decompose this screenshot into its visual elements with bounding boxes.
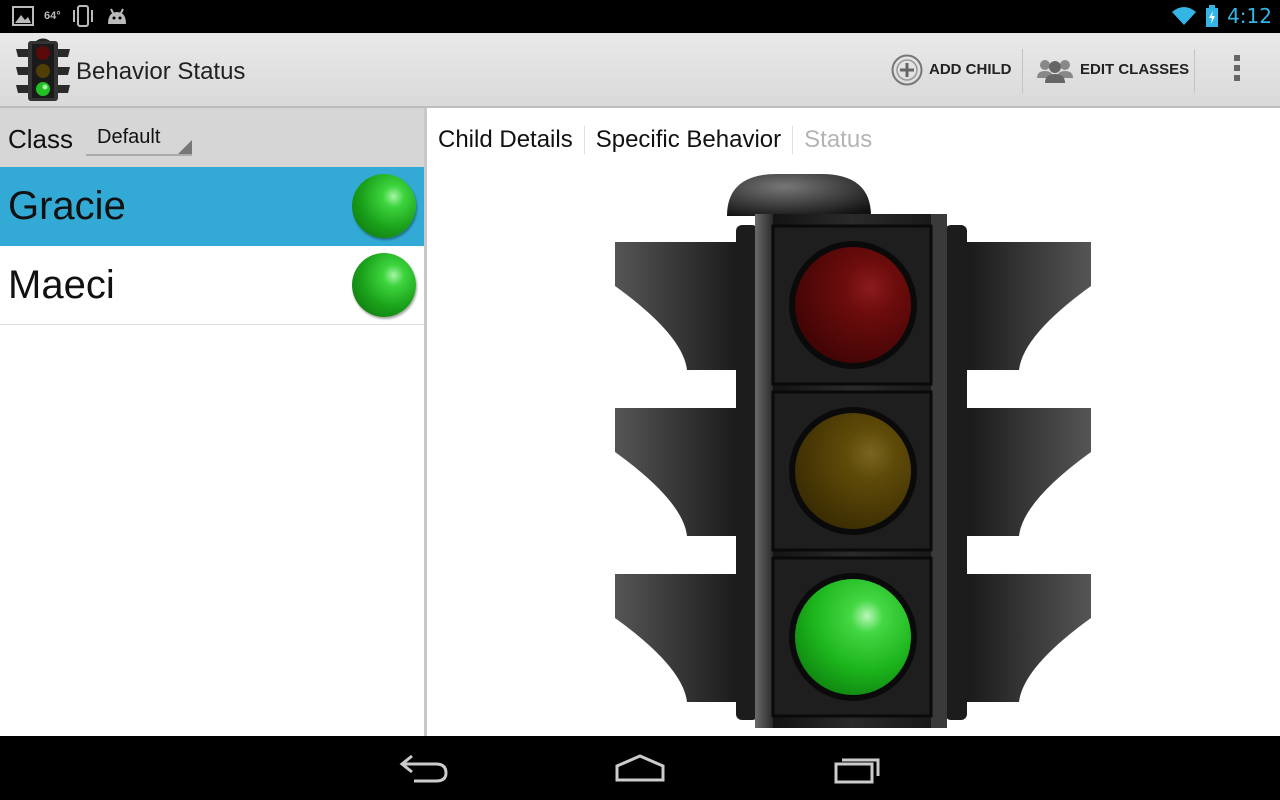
class-spinner[interactable]: Default xyxy=(86,120,192,156)
overflow-dot xyxy=(1234,65,1240,71)
navigation-bar xyxy=(0,736,1280,800)
child-name: Gracie xyxy=(8,184,126,228)
detail-pane: Child Details Specific Behavior Status xyxy=(427,108,1280,736)
group-people-icon xyxy=(1037,59,1073,83)
add-circle-icon xyxy=(891,54,923,85)
green-light-cell xyxy=(771,556,933,718)
yellow-light-cell xyxy=(771,390,933,552)
tab-specific-behavior[interactable]: Specific Behavior xyxy=(585,125,792,155)
yellow-light xyxy=(795,413,911,529)
traffic-light-app-icon[interactable] xyxy=(14,37,72,103)
red-light-cell xyxy=(771,224,933,386)
app-title: Behavior Status xyxy=(76,58,246,85)
android-debug-icon xyxy=(107,8,126,24)
add-child-button[interactable]: ADD CHILD xyxy=(891,33,1012,106)
overflow-menu-button[interactable] xyxy=(1230,55,1244,87)
child-name: Maeci xyxy=(8,263,115,307)
children-list-pane: Class Default Gracie Maeci xyxy=(0,108,424,736)
light-hood-top xyxy=(727,174,871,216)
overflow-dot xyxy=(1234,75,1240,81)
action-bar: Behavior Status ADD CHILD EDIT CLASSES xyxy=(0,33,1280,108)
tab-child-details[interactable]: Child Details xyxy=(427,125,584,155)
overflow-dot xyxy=(1234,55,1240,61)
back-icon[interactable] xyxy=(394,750,454,786)
battery-charging-icon xyxy=(1206,5,1219,27)
green-status-dot-icon xyxy=(352,174,416,238)
class-label: Class xyxy=(8,124,74,154)
green-status-dot-icon xyxy=(352,253,416,317)
gallery-icon xyxy=(12,6,34,26)
action-divider xyxy=(1022,49,1023,93)
class-spinner-value: Default xyxy=(97,126,161,148)
clock-time: 4:12 xyxy=(1227,4,1272,28)
child-list-item[interactable]: Gracie xyxy=(0,167,424,246)
spinner-arrow-icon xyxy=(178,140,192,154)
tab-status[interactable]: Status xyxy=(793,125,883,155)
wifi-icon xyxy=(1172,7,1197,25)
home-icon[interactable] xyxy=(610,750,670,786)
status-bar: 64° 4:12 xyxy=(0,0,1280,33)
edit-classes-label: EDIT CLASSES xyxy=(1080,61,1190,78)
vibrate-icon xyxy=(72,5,93,27)
red-light xyxy=(795,247,911,363)
edit-classes-button[interactable]: EDIT CLASSES xyxy=(1036,33,1189,106)
class-filter-bar: Class Default xyxy=(0,108,424,167)
detail-tabs: Child Details Specific Behavior Status xyxy=(427,125,883,155)
traffic-light-image xyxy=(615,174,1091,728)
action-divider xyxy=(1194,49,1195,93)
add-child-label: ADD CHILD xyxy=(929,61,1012,78)
recent-apps-icon[interactable] xyxy=(826,750,886,786)
child-list-item[interactable]: Maeci xyxy=(0,246,424,325)
green-light xyxy=(795,579,911,695)
temperature-text: 64° xyxy=(44,10,61,22)
